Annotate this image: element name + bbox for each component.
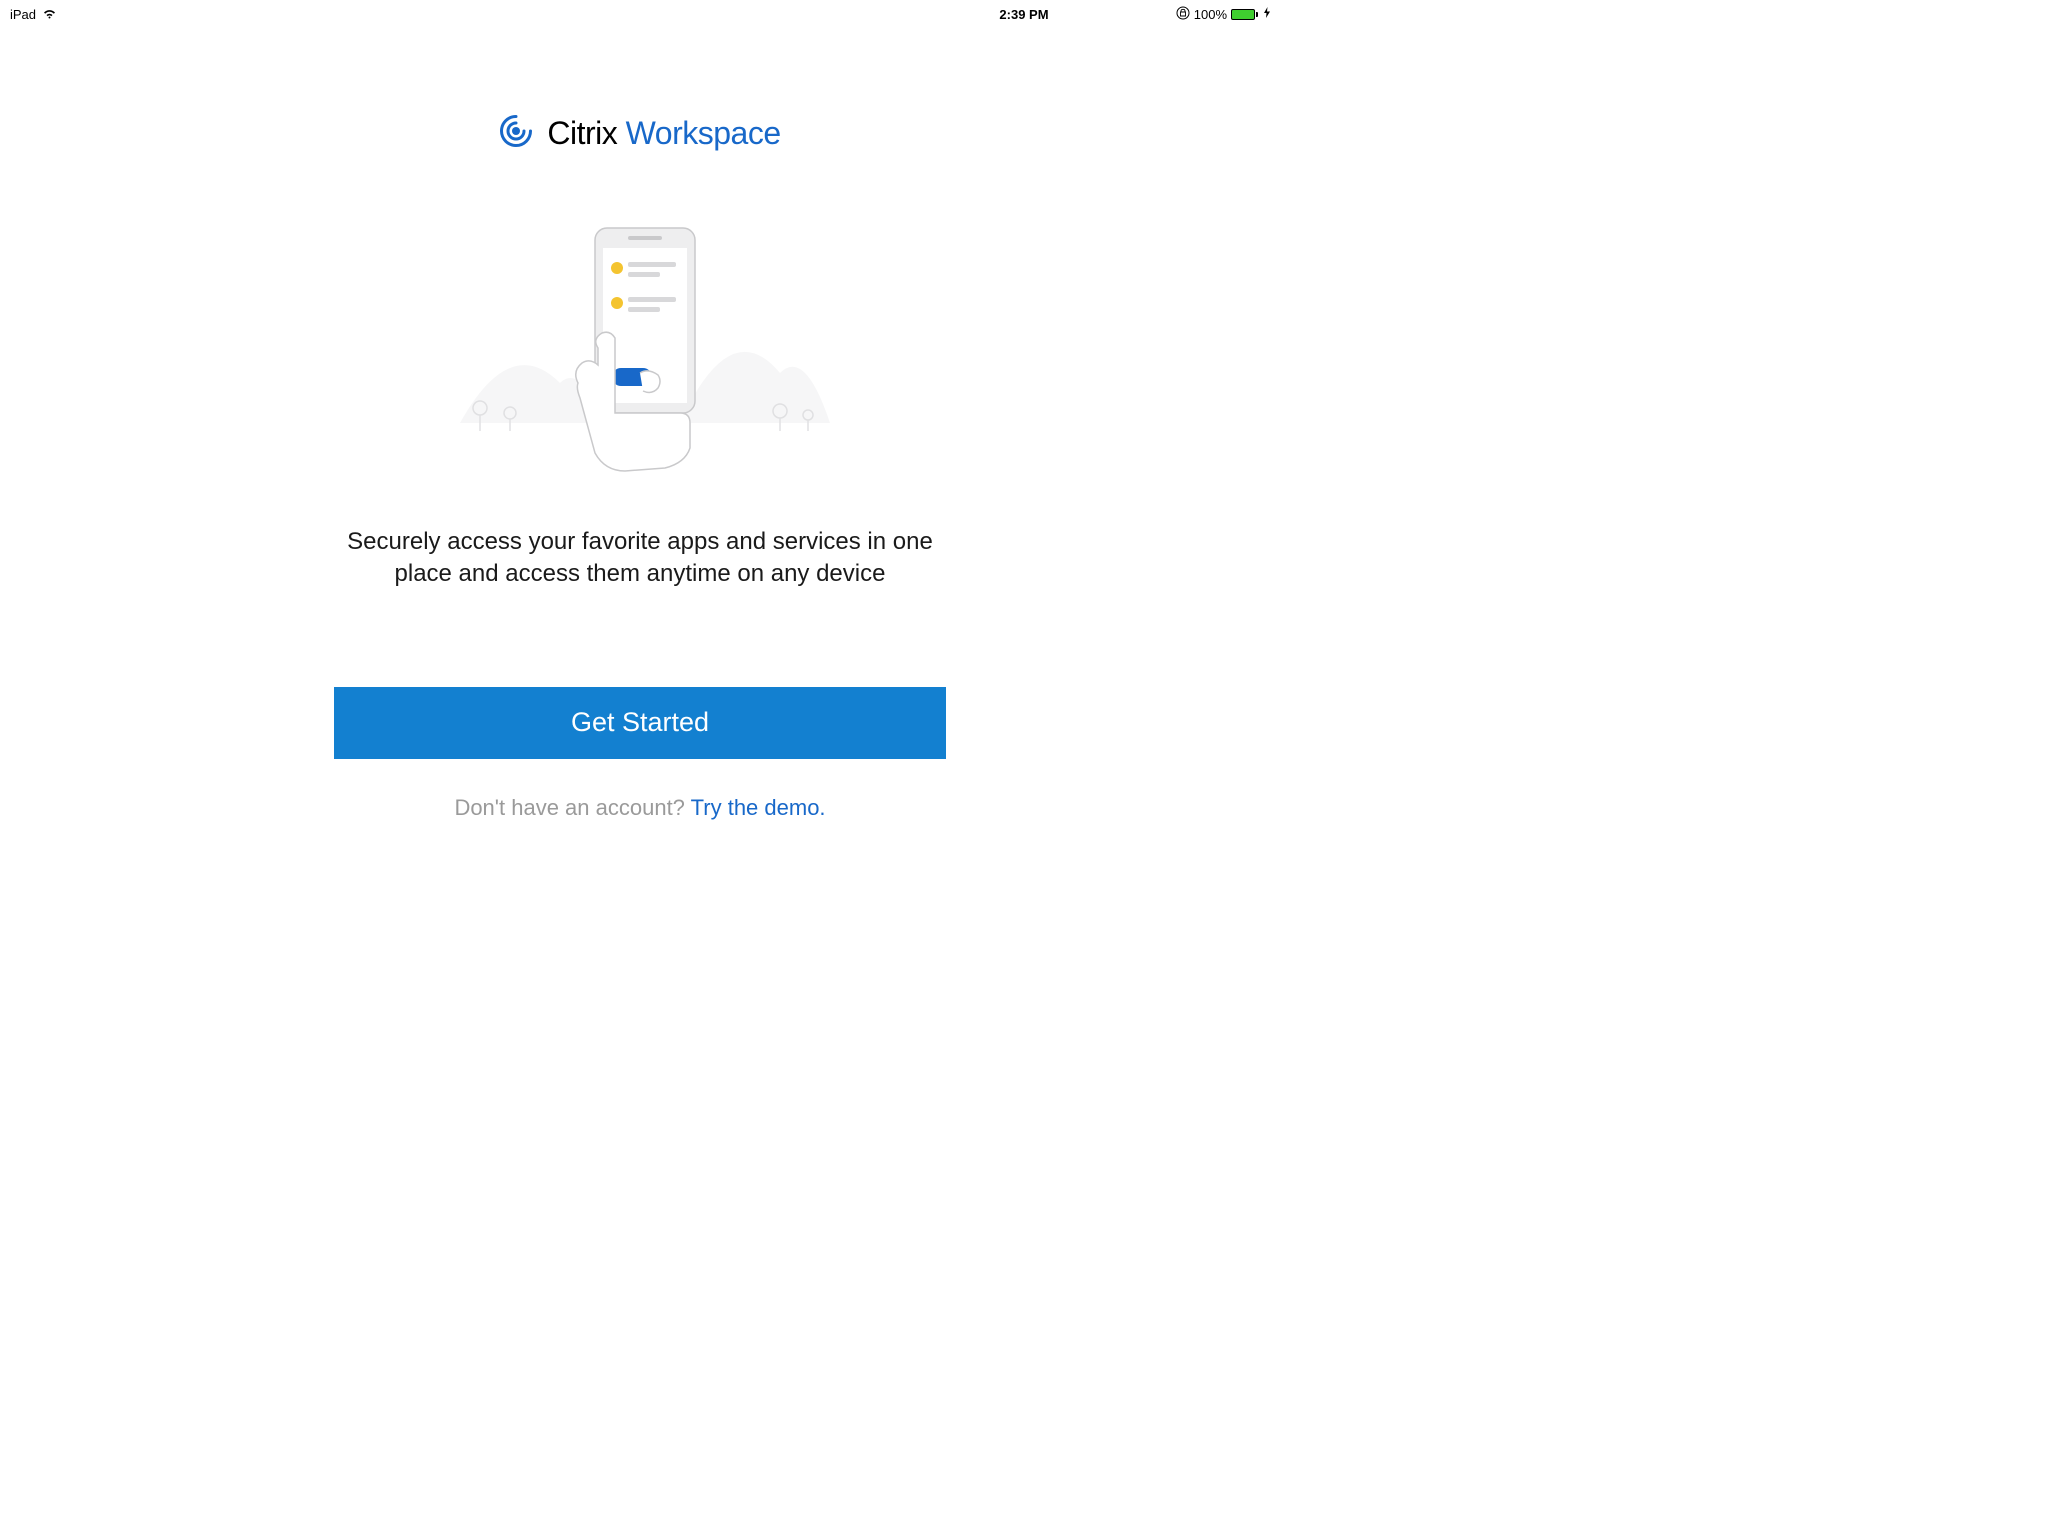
status-time: 2:39 PM (999, 7, 1048, 22)
device-label: iPad (10, 7, 36, 22)
logo-row: Citrix Workspace (499, 114, 780, 153)
status-right: 100% (1176, 6, 1270, 23)
charging-icon (1264, 7, 1270, 21)
battery-icon (1231, 9, 1258, 20)
brand-citrix: Citrix (547, 115, 617, 151)
get-started-button[interactable]: Get Started (334, 687, 946, 759)
citrix-logo-icon (499, 114, 533, 153)
brand-workspace: Workspace (626, 115, 781, 151)
orientation-lock-icon (1176, 6, 1190, 23)
wifi-icon (42, 7, 57, 22)
hero-illustration (430, 213, 850, 478)
status-left: iPad (10, 7, 57, 22)
status-bar: iPad 2:39 PM 100% (0, 0, 1280, 24)
battery-percent: 100% (1194, 7, 1227, 22)
main-content: Citrix Workspace (0, 24, 1280, 821)
demo-row: Don't have an account? Try the demo. (454, 795, 825, 821)
demo-prompt: Don't have an account? (454, 795, 690, 820)
brand-text: Citrix Workspace (547, 115, 780, 152)
try-demo-link[interactable]: Try the demo. (691, 795, 826, 820)
description-text: Securely access your favorite apps and s… (330, 526, 950, 591)
